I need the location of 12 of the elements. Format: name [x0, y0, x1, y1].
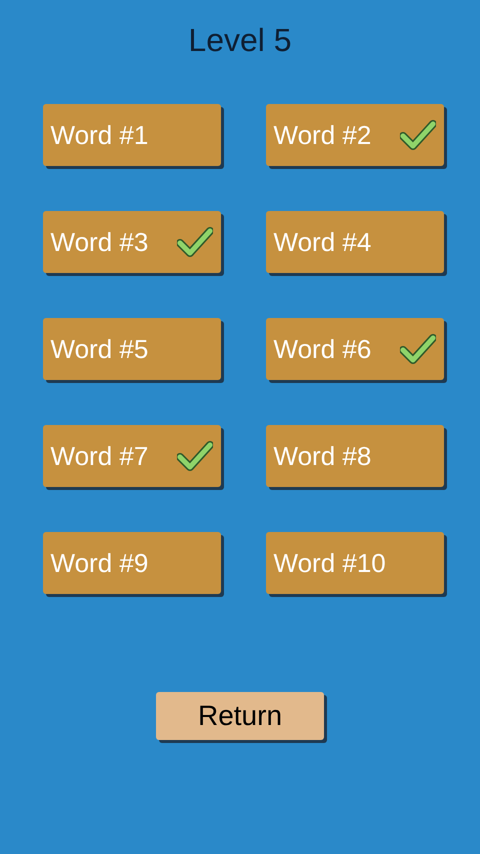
word-button[interactable]: Word #7 — [42, 425, 220, 487]
return-button[interactable]: Return — [156, 692, 324, 740]
word-button[interactable]: Word #2 — [266, 104, 444, 166]
word-button[interactable]: Word #8 — [266, 425, 444, 487]
level-title: Level 5 — [188, 21, 292, 60]
word-button[interactable]: Word #1 — [42, 104, 220, 166]
word-button[interactable]: Word #6 — [266, 318, 444, 380]
word-button[interactable]: Word #3 — [42, 211, 220, 273]
word-button[interactable]: Word #10 — [266, 532, 444, 594]
word-button[interactable]: Word #4 — [266, 211, 444, 273]
word-button[interactable]: Word #9 — [42, 532, 220, 594]
word-button[interactable]: Word #5 — [42, 318, 220, 380]
